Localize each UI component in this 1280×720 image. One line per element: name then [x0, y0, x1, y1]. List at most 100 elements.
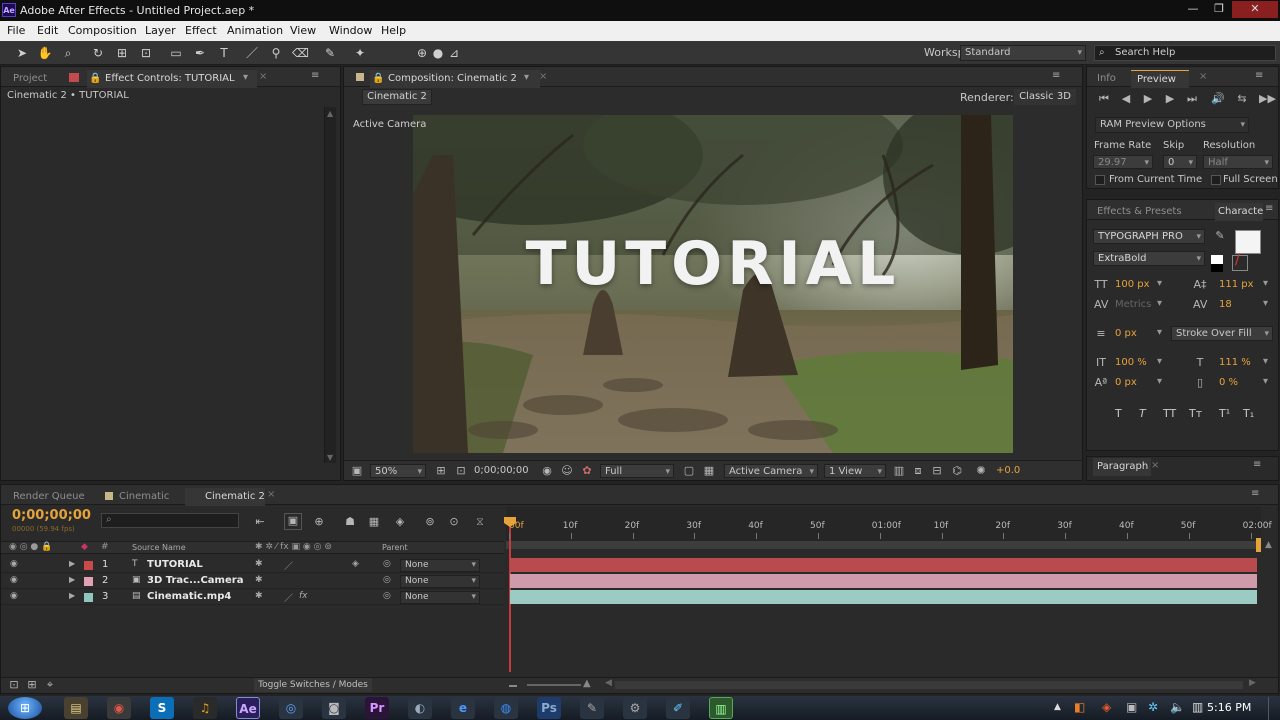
parent-dropdown[interactable]: None: [400, 591, 480, 604]
type-tool-icon[interactable]: T: [216, 45, 232, 61]
stroke-color-swatch[interactable]: /: [1232, 252, 1248, 271]
network-icon[interactable]: ▥: [1192, 700, 1203, 714]
skip-dropdown[interactable]: 0: [1163, 155, 1197, 169]
layer-name[interactable]: Cinematic.mp4: [147, 591, 231, 602]
tracking-value[interactable]: 18: [1219, 299, 1232, 310]
last-frame-icon[interactable]: ⏭: [1185, 92, 1199, 106]
font-size-value[interactable]: 100 px: [1115, 279, 1150, 290]
layer-name[interactable]: 3D Trac...Camera: [147, 575, 243, 586]
media-taskbar-icon[interactable]: ♫: [193, 697, 217, 719]
mini-flowchart-icon[interactable]: ⇤: [251, 515, 269, 529]
panel-menu-icon[interactable]: ≡: [311, 70, 319, 81]
paragraph-tab-close-icon[interactable]: ×: [1151, 460, 1159, 471]
menu-layer[interactable]: Layer: [145, 24, 176, 37]
font-family-dropdown[interactable]: TYPOGRAPH PRO: [1093, 229, 1205, 244]
search-help-input[interactable]: ⌕ Search Help: [1094, 45, 1276, 61]
first-frame-icon[interactable]: ⏮: [1097, 92, 1111, 106]
resolution-dropdown[interactable]: Full: [600, 464, 674, 478]
preview-panel-menu-icon[interactable]: ≡: [1255, 70, 1263, 81]
tray-app2-icon[interactable]: ◈: [1102, 700, 1111, 714]
show-desktop-button[interactable]: [1268, 697, 1280, 720]
3d-layer-switch-icon[interactable]: ◈: [352, 559, 359, 569]
tab-info[interactable]: Info: [1097, 70, 1116, 88]
magnification-dropdown[interactable]: 50%: [370, 464, 426, 478]
baseline-dropdown-icon[interactable]: ▾: [1157, 376, 1162, 387]
chrome-taskbar-icon[interactable]: ◉: [107, 697, 131, 719]
auto-keyframe-icon[interactable]: ⊙: [445, 515, 463, 529]
superscript-button[interactable]: T¹: [1219, 407, 1230, 420]
play-icon[interactable]: ▶: [1141, 92, 1155, 106]
character-panel-menu-icon[interactable]: ≡: [1265, 203, 1273, 214]
loop-icon[interactable]: ⇆: [1235, 92, 1249, 106]
comp-markers-icon[interactable]: ▣: [284, 513, 302, 530]
horizontal-scale-dropdown-icon[interactable]: ▾: [1263, 356, 1268, 367]
vertical-scale-dropdown-icon[interactable]: ▾: [1157, 356, 1162, 367]
timeline-icon[interactable]: ⊟: [930, 464, 944, 478]
maximize-button[interactable]: ❐: [1206, 1, 1232, 18]
small-caps-button[interactable]: Tт: [1189, 407, 1202, 420]
menu-view[interactable]: View: [290, 24, 316, 37]
tab-effect-controls[interactable]: 🔒 Effect Controls: TUTORIAL: [87, 70, 257, 88]
snapshot-icon[interactable]: ◉: [540, 464, 554, 478]
ram-preview-options-dropdown[interactable]: RAM Preview Options: [1095, 117, 1249, 133]
resolution-dropdown-preview[interactable]: Half: [1203, 155, 1273, 169]
visibility-eye-icon[interactable]: ◉: [10, 591, 18, 601]
timeline-search-input[interactable]: ⌕: [101, 513, 239, 528]
layer-switches-toggle-icon[interactable]: ⊡: [7, 678, 21, 692]
timeline-panel-menu-icon[interactable]: ≡: [1251, 488, 1259, 499]
layer-duration-bar[interactable]: [510, 574, 1257, 588]
explorer-taskbar-icon[interactable]: ▤: [64, 697, 88, 719]
shy-switch-icon[interactable]: ✱: [255, 559, 263, 569]
in-out-toggle-icon[interactable]: ⌖: [43, 678, 57, 692]
horizontal-scale-value[interactable]: 111 %: [1219, 357, 1251, 368]
world-axis-mode-icon[interactable]: ●: [430, 45, 446, 61]
current-time-display[interactable]: 0;00;00;00: [474, 464, 538, 478]
parent-header[interactable]: Parent: [382, 543, 408, 552]
tray-app3-icon[interactable]: ▣: [1126, 700, 1137, 714]
timeline-scroll-left-icon[interactable]: ◀: [605, 678, 612, 688]
menu-composition[interactable]: Composition: [68, 24, 137, 37]
motion-blur-icon[interactable]: ◈: [391, 515, 409, 529]
stroke-width-dropdown-icon[interactable]: ▾: [1157, 327, 1162, 338]
source-name-header[interactable]: Source Name: [132, 543, 186, 552]
tab-composition[interactable]: 🔒 Composition: Cinematic 2: [370, 70, 540, 88]
fill-color-swatch[interactable]: [1235, 230, 1261, 254]
font-size-dropdown-icon[interactable]: ▾: [1157, 278, 1162, 289]
show-hidden-icons[interactable]: ▲: [1054, 702, 1061, 712]
full-screen-checkbox[interactable]: [1211, 175, 1221, 185]
tab-dropdown-icon[interactable]: ▾: [243, 72, 248, 83]
kerning-dropdown-icon[interactable]: ▾: [1157, 298, 1162, 309]
menu-window[interactable]: Window: [329, 24, 372, 37]
zoom-tool-icon[interactable]: ⌕: [60, 45, 76, 61]
subscript-button[interactable]: T₁: [1243, 407, 1254, 420]
scrollbar[interactable]: ▲ ▼: [324, 107, 336, 463]
editor-taskbar-icon[interactable]: ✐: [666, 697, 690, 719]
skype-taskbar-icon[interactable]: S: [150, 697, 174, 719]
zoom-in-icon[interactable]: ▲: [583, 678, 591, 689]
draft-3d-icon[interactable]: ⊕: [310, 515, 328, 529]
shy-switch-icon[interactable]: ✱: [255, 591, 263, 601]
volume-icon[interactable]: 🔈: [1170, 700, 1185, 714]
tsume-value[interactable]: 0 %: [1219, 377, 1238, 388]
roto-brush-tool-icon[interactable]: ✎: [322, 45, 338, 61]
rotate-tool-icon[interactable]: ↻: [90, 45, 106, 61]
grid-toggle-icon[interactable]: ⊞: [434, 464, 448, 478]
eyedropper-icon[interactable]: ✎: [1213, 229, 1227, 243]
camera-orbit-tool-icon[interactable]: ⊞: [114, 45, 130, 61]
menu-file[interactable]: File: [7, 24, 25, 37]
shy-switch-icon[interactable]: ✱: [255, 575, 263, 585]
work-area-end-handle[interactable]: [1256, 538, 1261, 552]
frame-blending-icon[interactable]: ▦: [365, 515, 383, 529]
rectangle-tool-icon[interactable]: ▭: [168, 45, 184, 61]
menu-effect[interactable]: Effect: [185, 24, 217, 37]
color-channel-icon[interactable]: ✿: [580, 464, 594, 478]
white-swatch[interactable]: [1211, 255, 1223, 264]
mute-audio-icon[interactable]: 🔊: [1211, 92, 1225, 106]
tab-effects-presets[interactable]: Effects & Presets: [1097, 203, 1182, 221]
after-effects-taskbar-icon[interactable]: Ae: [236, 697, 260, 719]
brainstorm-icon[interactable]: ⊚: [421, 515, 439, 529]
timeline-scroll-right-icon[interactable]: ▶: [1249, 678, 1256, 688]
ram-preview-icon[interactable]: ▶▶: [1259, 92, 1276, 106]
transparency-grid-icon[interactable]: ▦: [702, 464, 716, 478]
tray-app4-icon[interactable]: ✲: [1148, 700, 1158, 714]
